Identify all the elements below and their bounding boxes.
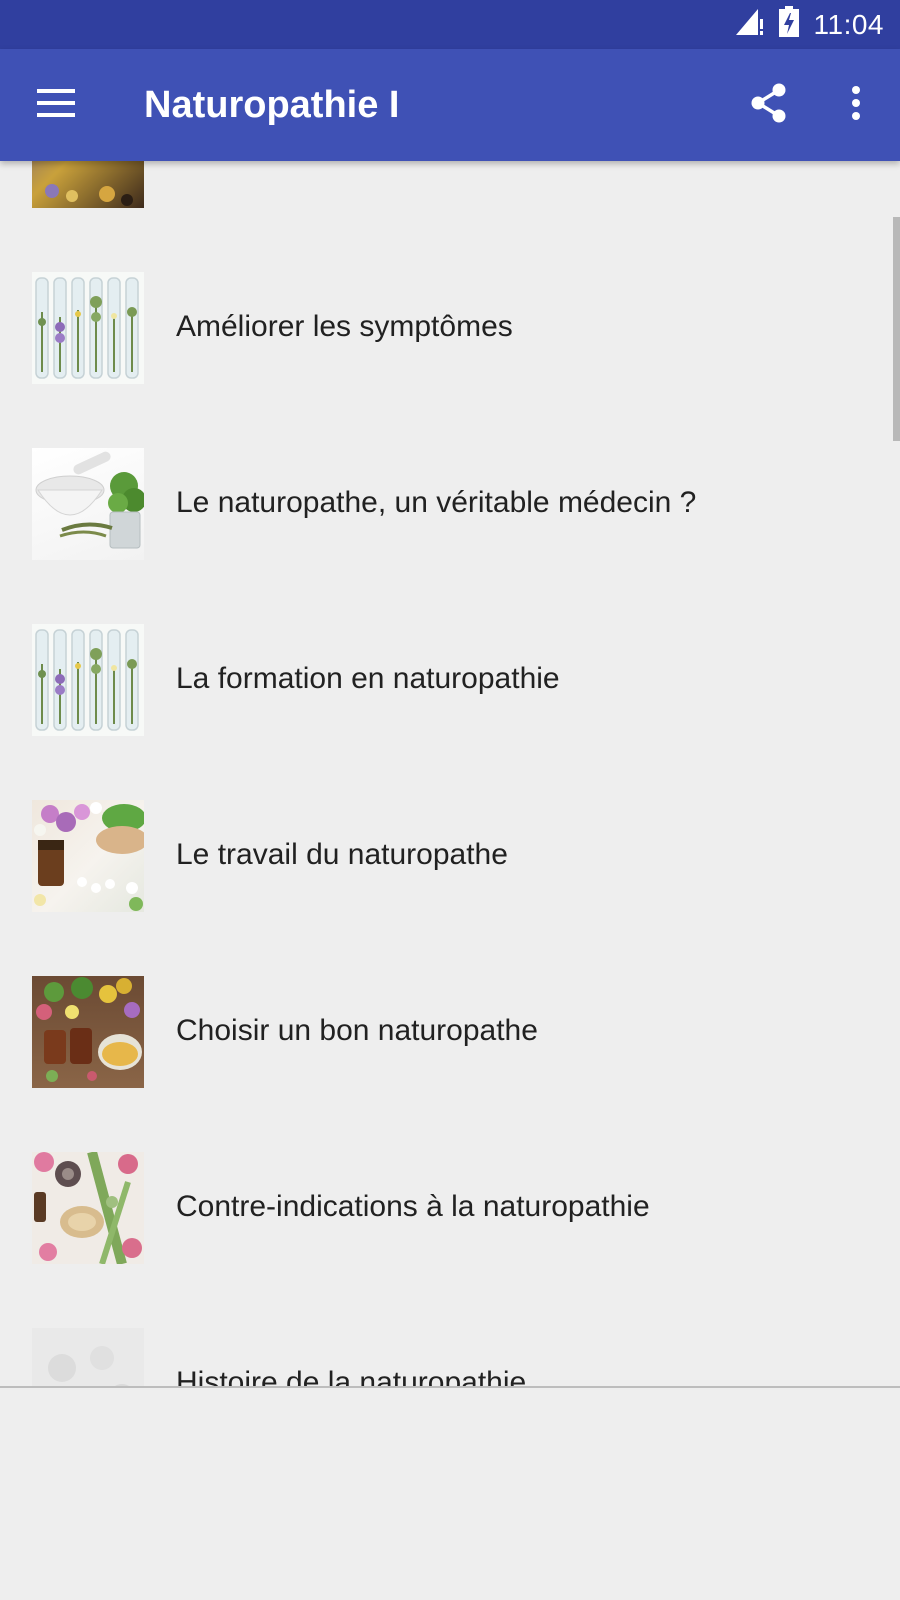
list-item[interactable] <box>0 161 900 239</box>
status-bar: 11:04 <box>0 0 900 49</box>
share-button[interactable] <box>741 77 797 133</box>
dried-flowers-thumbnail <box>32 161 144 208</box>
herbs-flatlay-thumbnail <box>32 1152 144 1264</box>
list-item-label: La formation en naturopathie <box>176 662 560 695</box>
page-title: Naturopathie I <box>144 84 400 126</box>
list-item[interactable]: Contre-indications à la naturopathie <box>0 1119 900 1295</box>
article-list[interactable]: Améliorer les symptômes Le naturopathe, … <box>0 161 900 1387</box>
list-item-label: Le naturopathe, un véritable médecin ? <box>176 486 697 519</box>
scrollbar-thumb[interactable] <box>893 217 900 441</box>
menu-icon <box>37 88 75 122</box>
signal-alert-icon <box>734 7 764 42</box>
more-vert-icon <box>851 85 861 126</box>
list-item-label: Histoire de la naturopathie <box>176 1366 527 1387</box>
faded-herbs-thumbnail <box>32 1328 144 1387</box>
status-time: 11:04 <box>813 8 884 40</box>
battery-charging-icon <box>778 6 800 43</box>
list-item-label: Améliorer les symptômes <box>176 310 513 343</box>
more-options-button[interactable] <box>828 77 884 133</box>
list-item[interactable]: Le naturopathe, un véritable médecin ? <box>0 415 900 591</box>
flowers-tea-thumbnail <box>32 976 144 1088</box>
mortar-herbs-thumbnail <box>32 448 144 560</box>
list-item-label: Le travail du naturopathe <box>176 838 508 871</box>
list-item[interactable]: La formation en naturopathie <box>0 591 900 767</box>
list-item[interactable]: Le travail du naturopathe <box>0 767 900 943</box>
menu-button[interactable] <box>18 75 94 135</box>
herb-test-tubes-thumbnail <box>32 272 144 384</box>
empty-bottom-area <box>0 1388 900 1600</box>
share-icon <box>750 83 788 128</box>
list-item[interactable]: Histoire de la naturopathie <box>0 1295 900 1387</box>
status-icons: 11:04 <box>734 0 885 49</box>
list-item-label: Choisir un bon naturopathe <box>176 1014 538 1047</box>
app-bar: Naturopathie I <box>0 49 900 161</box>
list-item[interactable]: Améliorer les symptômes <box>0 239 900 415</box>
herbal-remedies-thumbnail <box>32 800 144 912</box>
list-item[interactable]: Choisir un bon naturopathe <box>0 943 900 1119</box>
list-item-label: Contre-indications à la naturopathie <box>176 1190 650 1223</box>
herb-test-tubes-thumbnail <box>32 624 144 736</box>
